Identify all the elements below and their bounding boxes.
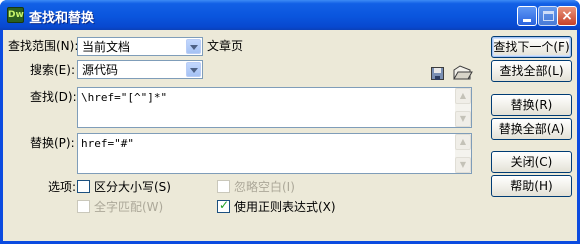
find-label: 查找(D): xyxy=(30,90,77,104)
ignore-whitespace-checkbox[interactable] xyxy=(217,180,230,193)
help-button[interactable]: 帮助(H) xyxy=(491,175,572,197)
scroll-up-icon[interactable]: ▲ xyxy=(455,134,471,150)
maximize-icon xyxy=(543,11,554,21)
maximize-button[interactable] xyxy=(538,6,558,26)
scroll-down-icon[interactable]: ▼ xyxy=(455,157,471,173)
ignore-whitespace-label: 忽略空白(I) xyxy=(234,180,295,194)
replace-button[interactable]: 替换(R) xyxy=(491,94,572,116)
replace-textarea[interactable]: href="#" ▲ ▼ xyxy=(77,133,472,174)
title-bar[interactable]: Dw 查找和替换 × xyxy=(0,0,580,30)
options-label: 选项: xyxy=(48,180,77,194)
use-regex-checkbox[interactable]: ✓ xyxy=(217,198,230,213)
scope-value: 当前文档 xyxy=(82,40,131,54)
find-all-button[interactable]: 查找全部(L) xyxy=(491,60,572,82)
close-button[interactable]: 关闭(C) xyxy=(491,151,572,173)
window-title: 查找和替换 xyxy=(29,11,95,26)
find-next-button[interactable]: 查找下一个(F) xyxy=(491,36,572,58)
dreamweaver-app-icon: Dw xyxy=(7,7,24,23)
scroll-up-icon[interactable]: ▲ xyxy=(455,88,471,104)
scope-select[interactable]: 当前文档 xyxy=(77,37,203,56)
search-value: 源代码 xyxy=(82,63,119,77)
scope-document-name: 文章页 xyxy=(207,39,244,53)
match-case-label[interactable]: 区分大小写(S) xyxy=(94,179,171,195)
find-replace-dialog: Dw 查找和替换 × 查找范围(N): 当前文档 文章页 搜索(E): 源代码 … xyxy=(0,0,580,244)
replace-all-button[interactable]: 替换全部(A) xyxy=(491,118,572,140)
chevron-down-icon xyxy=(190,68,198,73)
use-regex-label[interactable]: 使用正则表达式(X) xyxy=(234,199,336,215)
search-select[interactable]: 源代码 xyxy=(77,60,203,79)
save-icon[interactable] xyxy=(431,67,444,80)
checkmark-icon: ✓ xyxy=(218,198,230,212)
find-value: \href="[^"]*" xyxy=(81,91,168,104)
chevron-down-icon xyxy=(190,45,198,50)
match-case-checkbox[interactable] xyxy=(77,180,90,193)
close-window-button[interactable]: × xyxy=(557,6,577,26)
whole-word-checkbox[interactable] xyxy=(77,200,90,213)
open-folder-icon[interactable] xyxy=(451,64,473,82)
minimize-button[interactable] xyxy=(517,6,537,26)
scope-label: 查找范围(N): xyxy=(8,39,79,53)
dialog-body: 查找范围(N): 当前文档 文章页 搜索(E): 源代码 查找(D): \hre… xyxy=(3,30,577,241)
scope-dropdown-arrow[interactable] xyxy=(186,39,201,54)
close-icon: × xyxy=(561,8,573,24)
minimize-icon xyxy=(523,19,531,22)
find-scrollbar[interactable]: ▲ ▼ xyxy=(455,88,471,127)
replace-scrollbar[interactable]: ▲ ▼ xyxy=(455,134,471,173)
whole-word-label: 全字匹配(W) xyxy=(94,200,164,214)
replace-value: href="#" xyxy=(81,137,134,150)
find-textarea[interactable]: \href="[^"]*" ▲ ▼ xyxy=(77,87,472,128)
search-label: 搜索(E): xyxy=(30,63,75,77)
replace-label: 替换(P): xyxy=(30,136,75,150)
search-dropdown-arrow[interactable] xyxy=(186,62,201,77)
scroll-down-icon[interactable]: ▼ xyxy=(455,111,471,127)
